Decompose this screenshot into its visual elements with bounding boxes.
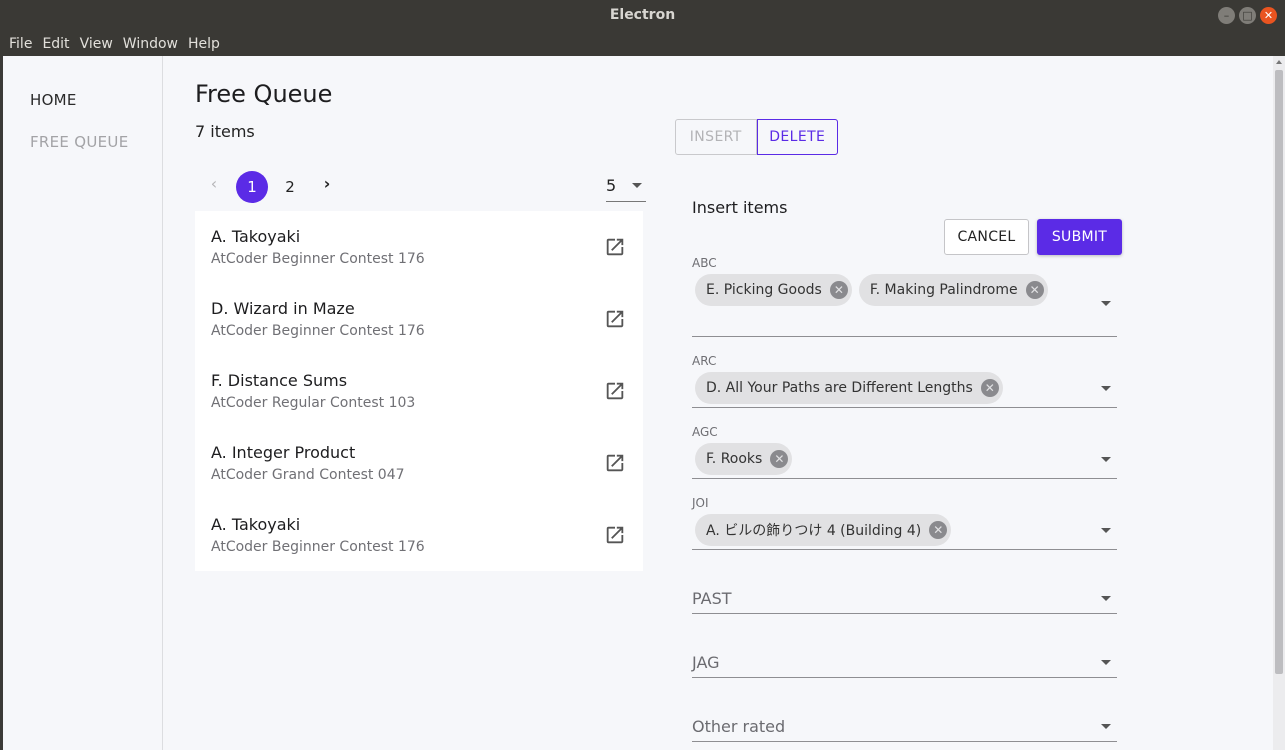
item-count: 7 items: [195, 122, 255, 141]
caret-down-icon: [1101, 660, 1111, 665]
list-item-title: A. Takoyaki: [211, 227, 301, 246]
window-title: Electron: [609, 7, 676, 23]
minimize-button[interactable]: –: [1218, 7, 1235, 24]
chip-label: E. Picking Goods: [706, 282, 822, 298]
other-rated-placeholder: Other rated: [692, 717, 786, 736]
arc-chips: D. All Your Paths are Different Lengths ✕: [695, 372, 1003, 404]
vertical-scrollbar[interactable]: [1273, 56, 1285, 750]
menu-view[interactable]: View: [75, 31, 118, 56]
menu-help[interactable]: Help: [183, 31, 225, 56]
jag-select[interactable]: JAG: [692, 648, 1117, 678]
list-item-title: A. Takoyaki: [211, 515, 301, 534]
chip: E. Picking Goods ✕: [695, 274, 852, 306]
menu-bar: File Edit View Window Help: [0, 31, 1285, 56]
list-item-title: F. Distance Sums: [211, 371, 348, 390]
menu-file[interactable]: File: [4, 31, 37, 56]
submit-button[interactable]: SUBMIT: [1037, 219, 1122, 255]
abc-select[interactable]: ABC E. Picking Goods ✕ F. Making Palindro…: [692, 256, 1117, 337]
abc-chips: E. Picking Goods ✕ F. Making Palindrome ✕: [695, 274, 1048, 306]
caret-down-icon: [1101, 457, 1111, 462]
pagination-page-1[interactable]: 1: [236, 171, 268, 203]
list-item: A. Takoyaki AtCoder Beginner Contest 176: [195, 499, 643, 571]
field-label-agc: AGC: [692, 425, 718, 439]
remove-chip-icon[interactable]: ✕: [980, 379, 999, 397]
caret-down-icon: [1101, 724, 1111, 729]
pagination-prev-button[interactable]: ‹: [206, 174, 222, 193]
open-in-new-icon[interactable]: [604, 236, 626, 258]
list-item-title: A. Integer Product: [211, 443, 356, 462]
queue-list: A. Takoyaki AtCoder Beginner Contest 176…: [195, 211, 643, 571]
open-in-new-icon[interactable]: [604, 452, 626, 474]
app-content: HOME FREE QUEUE Free Queue 7 items ‹ 1 2…: [3, 56, 1285, 750]
close-icon: ✕: [1263, 9, 1274, 22]
remove-chip-icon[interactable]: ✕: [1025, 281, 1044, 299]
joi-chips: A. ビルの飾りつけ 4 (Building 4) ✕: [695, 514, 952, 546]
page-title: Free Queue: [195, 80, 333, 108]
per-page-select[interactable]: 5: [606, 173, 646, 202]
open-in-new-icon[interactable]: [604, 380, 626, 402]
remove-chip-icon[interactable]: ✕: [770, 450, 789, 468]
list-item-contest: AtCoder Beginner Contest 176: [211, 539, 425, 555]
scroll-up-icon[interactable]: [1276, 60, 1282, 64]
chip-label: F. Making Palindrome: [869, 282, 1018, 298]
pagination-next-button[interactable]: ›: [319, 174, 335, 193]
joi-select[interactable]: JOI A. ビルの飾りつけ 4 (Building 4) ✕: [692, 496, 1117, 550]
chip-label: F. Rooks: [706, 451, 763, 467]
caret-down-icon: [1101, 301, 1111, 306]
list-item: A. Takoyaki AtCoder Beginner Contest 176: [195, 211, 643, 283]
panel-title: Insert items: [692, 198, 788, 217]
chip: A. ビルの飾りつけ 4 (Building 4) ✕: [695, 514, 952, 546]
past-placeholder: PAST: [692, 589, 732, 608]
remove-chip-icon[interactable]: ✕: [929, 521, 948, 539]
close-button[interactable]: ✕: [1260, 7, 1277, 24]
chip: F. Making Palindrome ✕: [858, 274, 1048, 306]
past-select[interactable]: PAST: [692, 584, 1117, 614]
list-item: D. Wizard in Maze AtCoder Beginner Conte…: [195, 283, 643, 355]
chip-label: A. ビルの飾りつけ 4 (Building 4): [706, 523, 922, 539]
caret-down-icon: [1101, 528, 1111, 533]
field-label-joi: JOI: [692, 496, 709, 510]
minimize-icon: –: [1223, 9, 1230, 22]
chip: D. All Your Paths are Different Lengths ✕: [695, 372, 1003, 404]
window-titlebar: Electron – □ ✕: [0, 0, 1285, 31]
chip-label: D. All Your Paths are Different Lengths: [706, 380, 973, 396]
other-rated-select[interactable]: Other rated: [692, 712, 1117, 742]
list-item: A. Integer Product AtCoder Grand Contest…: [195, 427, 643, 499]
maximize-icon: □: [1242, 9, 1253, 22]
open-in-new-icon[interactable]: [604, 308, 626, 330]
agc-chips: F. Rooks ✕: [695, 443, 793, 475]
caret-down-icon: [1101, 386, 1111, 391]
list-item-contest: AtCoder Regular Contest 103: [211, 395, 416, 411]
arc-select[interactable]: ARC D. All Your Paths are Different Leng…: [692, 354, 1117, 408]
window-controls: – □ ✕: [1218, 7, 1277, 24]
pagination-page-2[interactable]: 2: [274, 171, 306, 203]
caret-down-icon: [1101, 596, 1111, 601]
sidebar: HOME FREE QUEUE: [3, 56, 163, 750]
field-label-arc: ARC: [692, 354, 717, 368]
field-label-abc: ABC: [692, 256, 717, 270]
agc-select[interactable]: AGC F. Rooks ✕: [692, 425, 1117, 479]
nav-home[interactable]: HOME: [30, 91, 77, 109]
menu-window[interactable]: Window: [118, 31, 183, 56]
open-in-new-icon[interactable]: [604, 524, 626, 546]
delete-mode-button[interactable]: DELETE: [756, 119, 838, 155]
list-item-title: D. Wizard in Maze: [211, 299, 355, 318]
cancel-button[interactable]: CANCEL: [944, 219, 1029, 255]
insert-mode-button[interactable]: INSERT: [676, 120, 757, 154]
maximize-button[interactable]: □: [1239, 7, 1256, 24]
scrollbar-thumb[interactable]: [1275, 70, 1283, 674]
caret-down-icon: [632, 183, 642, 188]
mode-toggle-group: INSERT DELETE: [675, 119, 838, 155]
nav-free-queue[interactable]: FREE QUEUE: [30, 133, 129, 151]
remove-chip-icon[interactable]: ✕: [829, 281, 848, 299]
list-item-contest: AtCoder Beginner Contest 176: [211, 323, 425, 339]
jag-placeholder: JAG: [692, 653, 720, 672]
list-item: F. Distance Sums AtCoder Regular Contest…: [195, 355, 643, 427]
menu-edit[interactable]: Edit: [37, 31, 74, 56]
chip: F. Rooks ✕: [695, 443, 793, 475]
list-item-contest: AtCoder Beginner Contest 176: [211, 251, 425, 267]
per-page-value: 5: [606, 176, 617, 195]
list-item-contest: AtCoder Grand Contest 047: [211, 467, 405, 483]
